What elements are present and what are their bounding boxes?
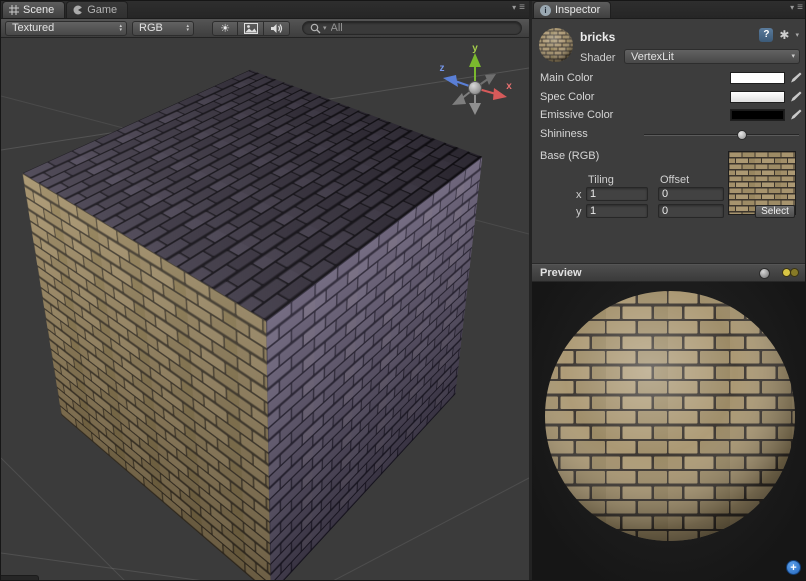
context-menu-icon[interactable]: ▾ [795, 31, 799, 39]
dropdown-spinner-icon: ▴▾ [186, 24, 189, 32]
sun-icon: ☀ [220, 22, 230, 35]
search-filter-dropdown-icon[interactable]: ▾ [323, 24, 327, 32]
plus-badge-icon[interactable]: + [786, 560, 801, 575]
scene-tab-options-icon[interactable]: ▾ ≡ [512, 4, 525, 12]
shader-label: Shader [580, 52, 615, 64]
preview-header: Preview [532, 264, 806, 282]
tab-menu-glyph: ≡ [797, 4, 803, 12]
material-preview-ball [538, 27, 574, 63]
search-input[interactable] [331, 22, 514, 34]
scene-viewport[interactable]: z x y [1, 38, 529, 581]
gizmo-x-label: x [506, 81, 512, 92]
spec-color-label: Spec Color [540, 91, 594, 103]
main-color-swatch[interactable] [730, 72, 785, 84]
emissive-color-row: Emissive Color [540, 107, 802, 122]
draw-mode-value: Textured [12, 22, 54, 34]
spec-color-swatch[interactable] [730, 91, 785, 103]
preview-mode-sphere-icon[interactable] [759, 268, 770, 279]
render-mode-dropdown[interactable]: RGB ▴▾ [132, 21, 194, 36]
effects-toggle-button[interactable] [238, 21, 264, 36]
speaker-icon [270, 23, 283, 34]
tab-game-label: Game [87, 4, 117, 16]
gear-icon[interactable]: ✱ [779, 29, 789, 41]
lighting-toggle-button[interactable]: ☀ [212, 21, 238, 36]
main-color-row: Main Color [540, 70, 802, 85]
scene-tabbar: Scene Game ▾ ≡ [1, 1, 529, 19]
tiling-x-field[interactable] [586, 187, 648, 201]
preview-lighting-icon[interactable] [782, 268, 799, 278]
preview-body[interactable]: + [532, 282, 806, 581]
audio-toggle-button[interactable] [264, 21, 290, 36]
base-texture-label: Base (RGB) [540, 150, 599, 162]
tab-game[interactable]: Game [66, 1, 128, 18]
emissive-color-label: Emissive Color [540, 109, 613, 121]
scene-view-toggles: ☀ [212, 21, 290, 36]
offset-header: Offset [660, 174, 689, 186]
orientation-gizmo[interactable]: z x y [435, 42, 515, 120]
slider-thumb[interactable] [737, 130, 747, 140]
scene-pane: Scene Game ▾ ≡ Textured ▴▾ [1, 1, 529, 581]
material-inspector: bricks Shader VertexLit ▾ ? ✱ ▾ Main Col… [532, 19, 806, 264]
inspector-header-icons: ? ✱ ▾ [759, 28, 799, 42]
tab-inspector-label: Inspector [555, 4, 600, 16]
preview-sphere [544, 290, 796, 542]
scene-toolbar: Textured ▴▾ RGB ▴▾ ☀ [1, 19, 529, 38]
tab-scene-label: Scene [23, 4, 54, 16]
tab-menu-glyph: ≡ [519, 4, 525, 12]
scene-grid-icon [9, 5, 19, 15]
dropdown-spinner-icon: ▴▾ [119, 24, 122, 32]
brick-cube[interactable] [128, 109, 354, 496]
tab-dropdown-glyph: ▾ [790, 4, 794, 12]
gizmo-z-label: z [440, 63, 445, 74]
render-mode-value: RGB [139, 22, 163, 34]
offset-x-field[interactable] [658, 187, 724, 201]
select-texture-button[interactable]: Select [755, 205, 795, 218]
inspector-tab-options-icon[interactable]: ▾ ≡ [790, 4, 803, 12]
game-icon [73, 5, 83, 15]
shader-value: VertexLit [631, 51, 674, 63]
gizmo-y-label: y [472, 43, 478, 54]
offset-y-field[interactable] [658, 204, 724, 218]
shininess-slider[interactable] [644, 129, 799, 141]
bottom-left-tab [1, 575, 39, 581]
material-name: bricks [580, 30, 615, 44]
tab-inspector[interactable]: i Inspector [533, 1, 611, 18]
spec-color-row: Spec Color [540, 89, 802, 104]
tab-dropdown-glyph: ▾ [512, 4, 516, 12]
tiling-y-field[interactable] [586, 204, 648, 218]
tiling-header: Tiling [588, 174, 614, 186]
base-texture-thumbnail[interactable]: Select [728, 151, 796, 215]
eyedropper-icon[interactable] [791, 72, 802, 83]
main-color-label: Main Color [540, 72, 593, 84]
search-icon [310, 23, 321, 34]
preview-title: Preview [540, 267, 582, 279]
gizmo-center-ball[interactable] [469, 82, 482, 95]
slider-track[interactable] [644, 134, 799, 136]
eyedropper-icon[interactable] [791, 109, 802, 120]
tab-scene[interactable]: Scene [2, 1, 65, 18]
eyedropper-icon[interactable] [791, 91, 802, 102]
shader-dropdown[interactable]: VertexLit ▾ [624, 49, 800, 64]
dropdown-arrow-icon: ▾ [791, 55, 795, 59]
help-icon[interactable]: ? [759, 28, 773, 42]
axis-x-label: x [576, 189, 582, 201]
inspector-pane: i Inspector ▾ ≡ bricks Shader VertexLit … [532, 1, 806, 581]
axis-y-label: y [576, 206, 582, 218]
unity-editor-window: Scene Game ▾ ≡ Textured ▴▾ [0, 0, 806, 581]
shininess-label: Shininess [540, 128, 588, 140]
inspector-tabbar: i Inspector ▾ ≡ [532, 1, 806, 19]
draw-mode-dropdown[interactable]: Textured ▴▾ [5, 21, 127, 36]
scene-search[interactable]: ▾ [302, 21, 522, 35]
inspector-info-icon: i [540, 5, 551, 16]
emissive-color-swatch[interactable] [730, 109, 785, 121]
image-icon [244, 23, 258, 34]
